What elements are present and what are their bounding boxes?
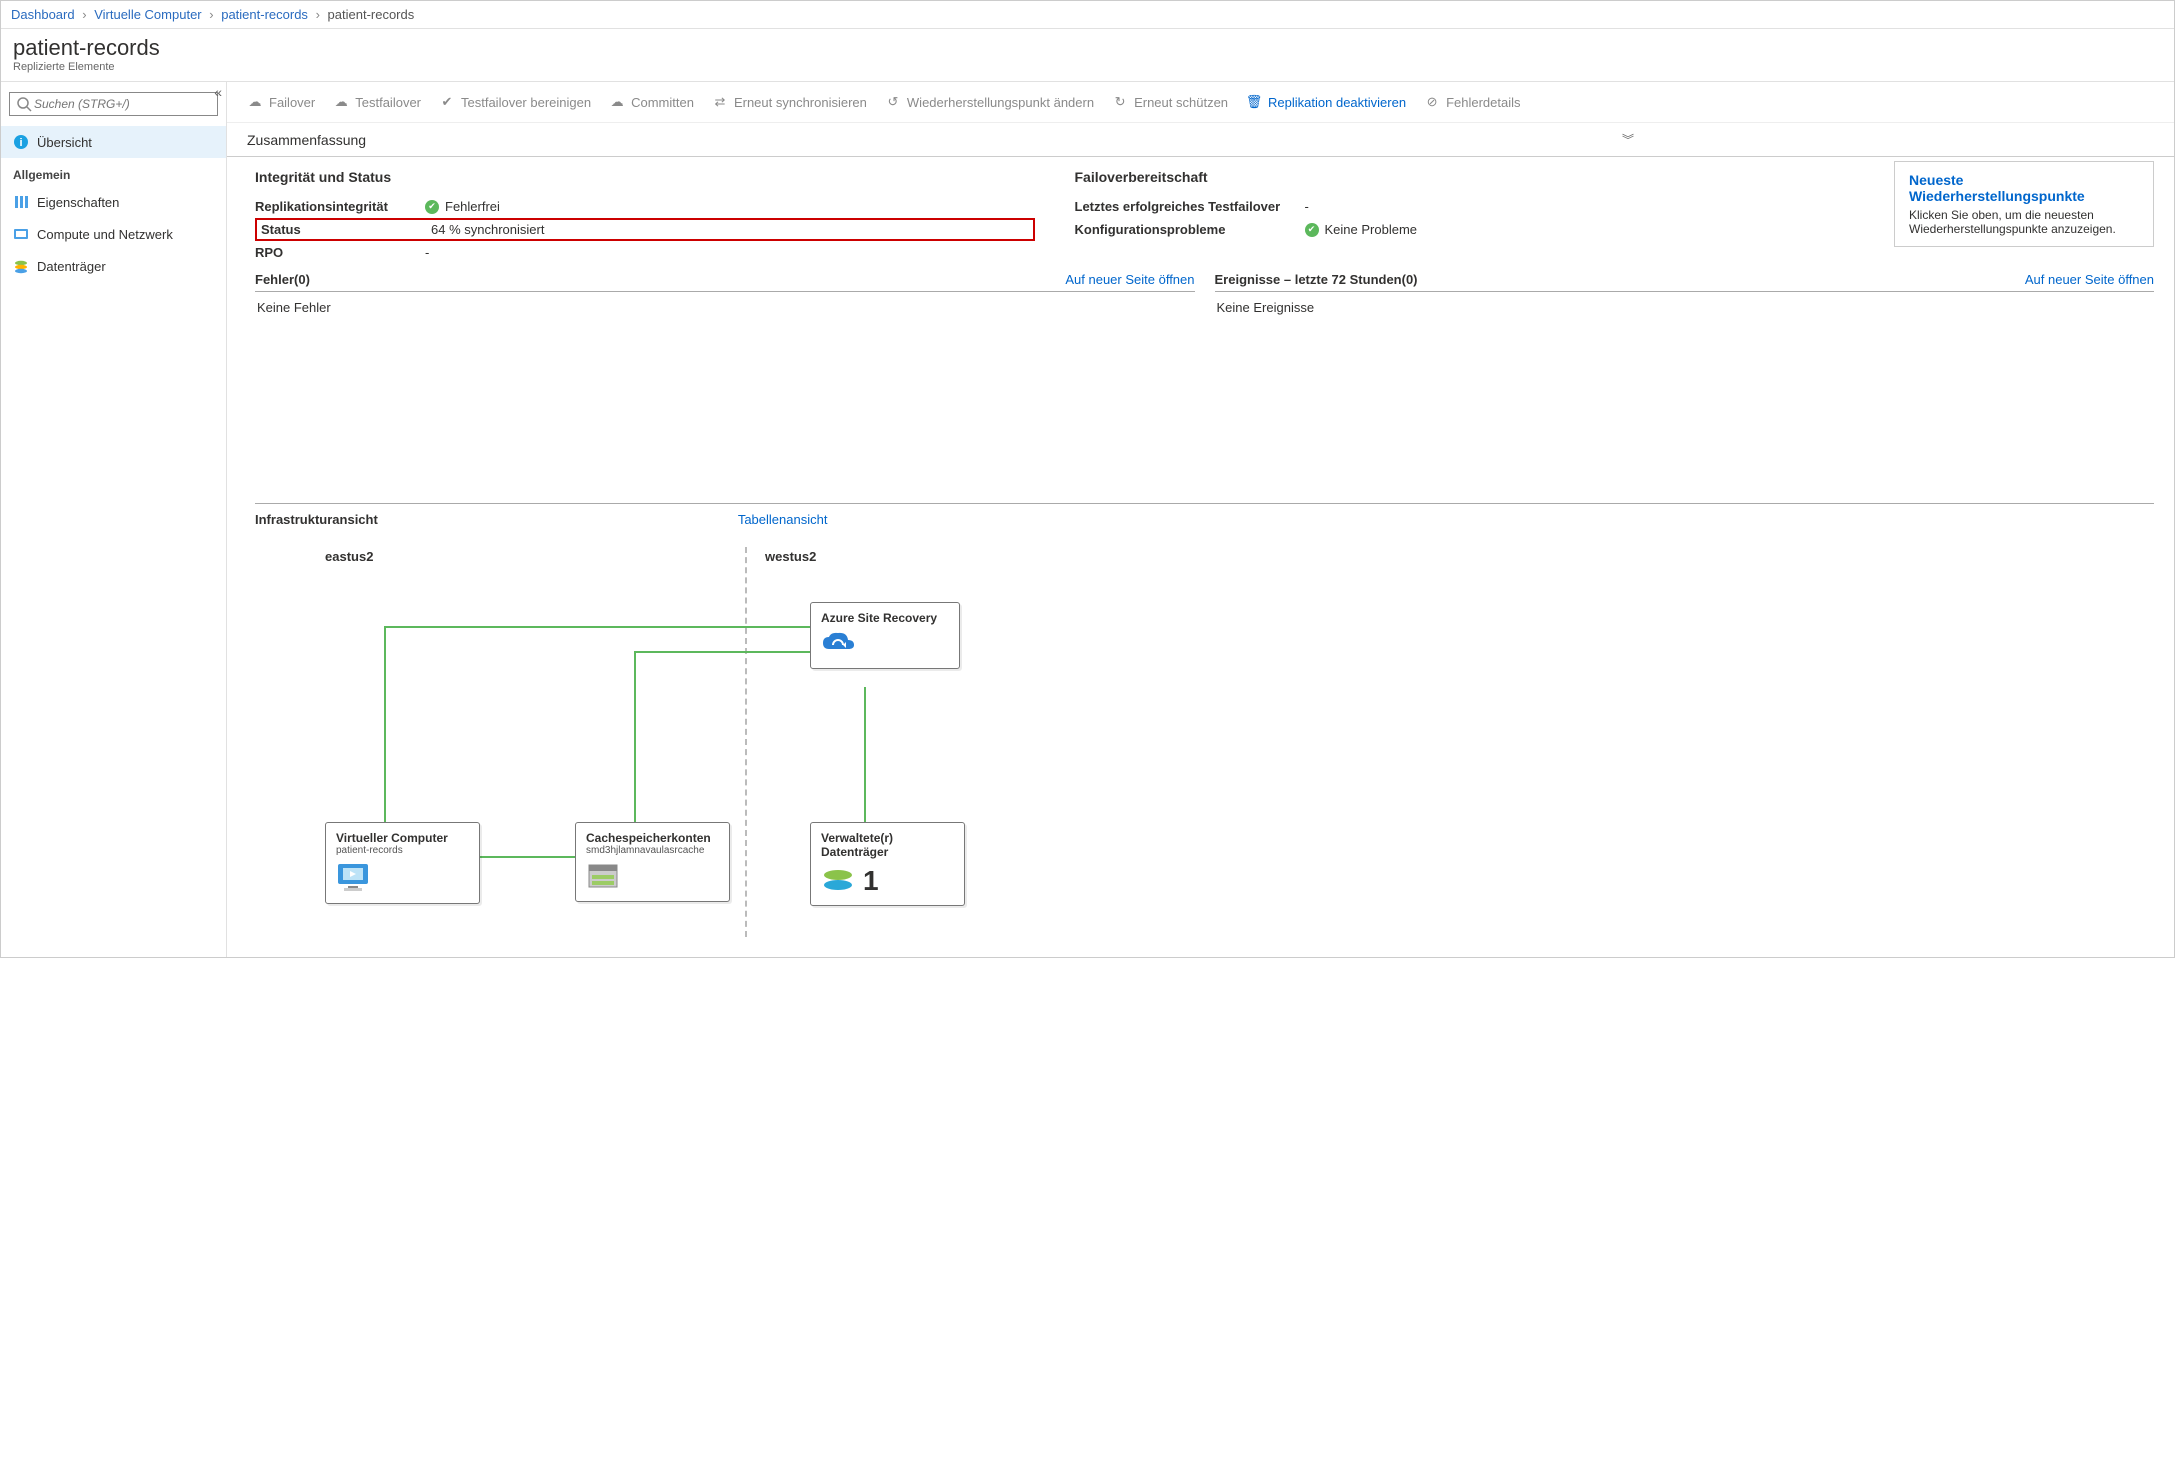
integrity-heading: Integrität und Status xyxy=(255,169,1035,185)
recovery-points-box[interactable]: Neueste Wiederherstellungspunkte Klicken… xyxy=(1894,161,2154,247)
main-content: ☁Failover ☁Testfailover ✔Testfailover be… xyxy=(227,82,2174,957)
testfailover-button: ☁Testfailover xyxy=(333,94,421,110)
breadcrumb-link[interactable]: patient-records xyxy=(221,7,308,22)
commit-button: ☁Committen xyxy=(609,94,694,110)
trash-icon: 🗑 xyxy=(1246,94,1262,110)
repl-integrity-label: Replikationsintegrität xyxy=(255,199,425,214)
page-title: patient-records xyxy=(13,35,2162,61)
node-title: Azure Site Recovery xyxy=(821,611,949,625)
cloud-sync-icon xyxy=(821,631,949,660)
status-value: 64 % synchronisiert xyxy=(431,222,544,237)
breadcrumb: Dashboard › Virtuelle Computer › patient… xyxy=(1,1,2174,29)
sidebar-item-label: Eigenschaften xyxy=(37,195,119,210)
storage-icon xyxy=(586,862,719,893)
breadcrumb-current: patient-records xyxy=(328,7,415,22)
node-title: Cachespeicherkonten xyxy=(586,831,719,845)
recovery-points-text: Klicken Sie oben, um die neuesten Wieder… xyxy=(1909,208,2139,236)
sidebar-item-compute[interactable]: Compute und Netzwerk xyxy=(1,218,226,250)
errors-open-link[interactable]: Auf neuer Seite öffnen xyxy=(1065,272,1194,287)
summary-header: Zusammenfassung ︾ xyxy=(227,123,2174,157)
repl-integrity-value: ✔Fehlerfrei xyxy=(425,199,500,214)
sidebar-item-label: Compute und Netzwerk xyxy=(37,227,173,242)
search-icon xyxy=(16,96,32,112)
reprotect-button: ↻Erneut schützen xyxy=(1112,94,1228,110)
region-label-right: westus2 xyxy=(765,549,816,564)
breadcrumb-link[interactable]: Virtuelle Computer xyxy=(94,7,201,22)
table-view-link[interactable]: Tabellenansicht xyxy=(738,512,828,527)
chevron-double-down-icon[interactable]: ︾ xyxy=(1622,131,1634,148)
failover-readiness-heading: Failoverbereitschaft xyxy=(1075,169,1855,185)
cleanup-button: ✔Testfailover bereinigen xyxy=(439,94,591,110)
cloud-icon: ☁ xyxy=(333,94,349,110)
node-subtitle: smd3hjlamnavaulasrcache xyxy=(586,845,719,856)
toolbar: ☁Failover ☁Testfailover ✔Testfailover be… xyxy=(227,82,2174,123)
sidebar-item-label: Übersicht xyxy=(37,135,92,150)
check-icon: ✔ xyxy=(439,94,455,110)
disk-count: 1 xyxy=(863,865,879,897)
sync-icon: ⇄ xyxy=(712,94,728,110)
node-asr[interactable]: Azure Site Recovery xyxy=(810,602,960,669)
ok-icon: ✔ xyxy=(425,200,439,214)
vm-icon xyxy=(336,862,469,895)
sidebar-item-label: Datenträger xyxy=(37,259,106,274)
error-details-button: ⊘Fehlerdetails xyxy=(1424,94,1520,110)
config-issues-value: ✔Keine Probleme xyxy=(1305,222,1418,237)
resync-button: ⇄Erneut synchronisieren xyxy=(712,94,867,110)
change-rp-button: ↺Wiederherstellungspunkt ändern xyxy=(885,94,1094,110)
page-header: patient-records Replizierte Elemente xyxy=(1,29,2174,82)
shield-icon: ↻ xyxy=(1112,94,1128,110)
rpo-value: - xyxy=(425,245,429,260)
status-label: Status xyxy=(261,222,431,237)
events-open-link[interactable]: Auf neuer Seite öffnen xyxy=(2025,272,2154,287)
compute-icon xyxy=(13,226,29,242)
sidebar-item-overview[interactable]: i Übersicht xyxy=(1,126,226,158)
last-testfo-value: - xyxy=(1305,199,1309,214)
events-body: Keine Ereignisse xyxy=(1215,292,2155,323)
rpo-label: RPO xyxy=(255,245,425,260)
cloud-icon: ☁ xyxy=(609,94,625,110)
status-row-highlighted: Status 64 % synchronisiert xyxy=(255,218,1035,241)
node-title: Virtueller Computer xyxy=(336,831,469,845)
node-vm[interactable]: Virtueller Computer patient-records xyxy=(325,822,480,904)
disk-icon xyxy=(13,258,29,274)
errors-title: Fehler(0) xyxy=(255,272,310,287)
page-subtitle: Replizierte Elemente xyxy=(13,61,2162,73)
infra-view-title: Infrastrukturansicht xyxy=(255,512,378,527)
region-divider xyxy=(745,547,747,937)
ok-icon: ✔ xyxy=(1305,223,1319,237)
node-cache[interactable]: Cachespeicherkonten smd3hjlamnavaulasrca… xyxy=(575,822,730,902)
error-icon: ⊘ xyxy=(1424,94,1440,110)
node-managed-disk[interactable]: Verwaltete(r) Datenträger 1 xyxy=(810,822,965,906)
collapse-sidebar-icon[interactable]: « xyxy=(214,84,222,100)
svg-text:i: i xyxy=(19,137,22,149)
infrastructure-diagram: eastus2 westus2 Azure Site Recovery xyxy=(255,537,2154,937)
cloud-icon: ☁ xyxy=(247,94,263,110)
recovery-points-link[interactable]: Neueste Wiederherstellungspunkte xyxy=(1909,172,2139,204)
info-icon: i xyxy=(13,134,29,150)
sidebar-group-label: Allgemein xyxy=(1,158,226,186)
breadcrumb-link[interactable]: Dashboard xyxy=(11,7,75,22)
disk-stack-icon: 1 xyxy=(821,865,954,897)
errors-body: Keine Fehler xyxy=(255,292,1195,323)
node-title: Verwaltete(r) Datenträger xyxy=(821,831,954,859)
sidebar: « i Übersicht Allgemein Eigenschaften Co… xyxy=(1,82,227,957)
node-subtitle: patient-records xyxy=(336,845,469,856)
properties-icon xyxy=(13,194,29,210)
history-icon: ↺ xyxy=(885,94,901,110)
search-input[interactable] xyxy=(32,96,211,112)
sidebar-item-disks[interactable]: Datenträger xyxy=(1,250,226,282)
last-testfo-label: Letztes erfolgreiches Testfailover xyxy=(1075,199,1305,214)
sidebar-item-properties[interactable]: Eigenschaften xyxy=(1,186,226,218)
region-label-left: eastus2 xyxy=(325,549,373,564)
disable-replication-button[interactable]: 🗑Replikation deaktivieren xyxy=(1246,94,1406,110)
config-issues-label: Konfigurationsprobleme xyxy=(1075,222,1305,237)
failover-button: ☁Failover xyxy=(247,94,315,110)
events-title: Ereignisse – letzte 72 Stunden(0) xyxy=(1215,272,1418,287)
search-box[interactable] xyxy=(9,92,218,116)
